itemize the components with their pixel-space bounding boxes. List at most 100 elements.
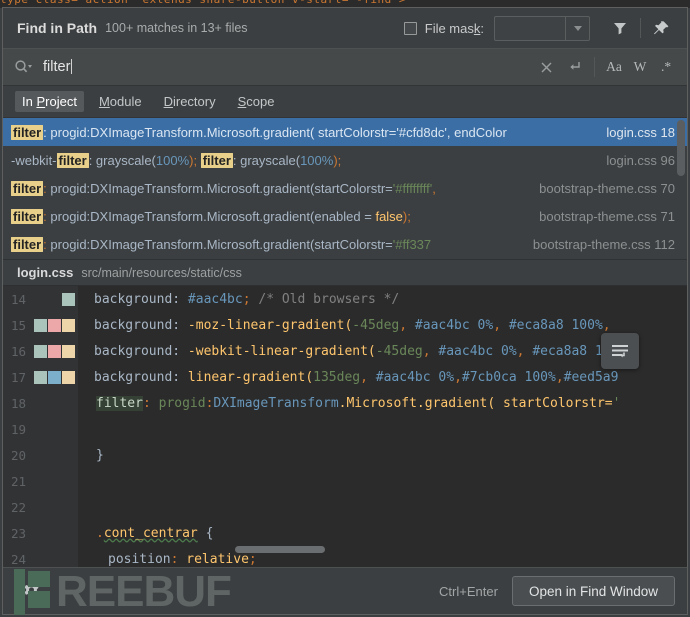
code-gutter[interactable]: 23: [3, 520, 78, 546]
code-token: #eed5a9: [563, 369, 619, 385]
result-text-prefix: -webkit-: [11, 152, 57, 168]
result-row[interactable]: filter: progid:DXImageTransform.Microsof…: [3, 202, 687, 230]
code-line[interactable]: 24 position: relative;: [3, 546, 687, 567]
pin-icon: [653, 20, 668, 34]
chevron-down-icon: [573, 25, 582, 31]
code-line-text: .cont_centrar {: [78, 526, 213, 541]
code-token: ,: [516, 343, 533, 359]
code-line[interactable]: 20}: [3, 442, 687, 468]
code-gutter[interactable]: 18: [3, 390, 78, 416]
find-in-path-dialog-screen: type class='action' extends share-button…: [0, 0, 690, 617]
code-line[interactable]: 14 background: #aac4bc; /* Old browsers *…: [3, 286, 687, 312]
code-gutter[interactable]: 19: [3, 416, 78, 442]
code-token: #aac4bc: [187, 291, 243, 307]
settings-button[interactable]: [17, 577, 45, 605]
color-swatch[interactable]: [34, 370, 47, 384]
result-text-segment: );: [333, 152, 342, 168]
search-options-button[interactable]: [13, 53, 33, 81]
code-token: background:: [94, 317, 188, 333]
result-row-text: -webkit-filter: grayscale(100%); filter:…: [11, 152, 596, 168]
regex-toggle[interactable]: .*: [653, 59, 679, 75]
code-gutter[interactable]: 22: [3, 494, 78, 520]
color-swatch[interactable]: [34, 318, 47, 332]
soft-wrap-button[interactable]: [601, 333, 639, 369]
result-row-text: filter: progid:DXImageTransform.Microsof…: [11, 180, 529, 196]
dialog-header: Find in Path 100+ matches in 13+ files F…: [3, 8, 687, 48]
tab-directory[interactable]: Directory: [157, 91, 223, 112]
match-case-toggle[interactable]: Aa: [601, 59, 627, 75]
result-row-text: filter: progid:DXImageTransform.Microsof…: [11, 124, 596, 140]
file-mask-checkbox[interactable]: [403, 21, 417, 35]
preview-file-name: login.css: [17, 265, 74, 280]
result-text-segment: , endColor: [446, 124, 507, 140]
result-text-segment: 100%: [155, 152, 190, 168]
pin-button[interactable]: [647, 14, 675, 42]
line-number: 18: [10, 395, 26, 411]
code-line[interactable]: 16 background: -webkit-linear-gradient(-4…: [3, 338, 687, 364]
code-token: .Microsoft.gradient(: [338, 395, 496, 411]
color-swatch[interactable]: [62, 344, 75, 358]
code-gutter[interactable]: 16: [3, 338, 78, 364]
code-line[interactable]: 19: [3, 416, 687, 442]
code-gutter[interactable]: 20: [3, 442, 78, 468]
code-gutter[interactable]: 14: [3, 286, 78, 312]
color-swatch[interactable]: [62, 370, 75, 384]
color-swatch[interactable]: [34, 344, 47, 358]
words-toggle[interactable]: W: [627, 59, 653, 75]
code-token: background:: [94, 343, 188, 359]
code-line[interactable]: 15 background: -moz-linear-gradient(-45de…: [3, 312, 687, 338]
result-row-location: bootstrap-theme.css 71: [539, 208, 675, 224]
tab-label-post: cope: [246, 94, 275, 109]
code-token: 100%: [516, 369, 556, 385]
code-gutter[interactable]: 21: [3, 468, 78, 494]
filter-button[interactable]: [606, 14, 634, 42]
open-in-find-window-button[interactable]: Open in Find Window: [511, 576, 675, 606]
results-scrollbar-thumb[interactable]: [677, 120, 685, 176]
code-line[interactable]: 18 filter: progid:DXImageTransform.Micros…: [3, 390, 687, 416]
results-scrollbar[interactable]: [677, 120, 685, 258]
gear-icon: [24, 582, 38, 600]
color-swatch[interactable]: [48, 344, 61, 358]
result-row[interactable]: filter: progid:DXImageTransform.Microsof…: [3, 174, 687, 202]
result-row[interactable]: filter: progid:DXImageTransform.Microsof…: [3, 230, 687, 258]
code-line[interactable]: 21: [3, 468, 687, 494]
line-number: 21: [10, 473, 26, 489]
color-swatch[interactable]: [62, 318, 75, 332]
code-token: #aac4bc: [438, 343, 494, 359]
code-horizontal-scrollbar[interactable]: [235, 546, 325, 553]
tab-in-project[interactable]: In Project: [15, 91, 84, 112]
result-row-text: filter: progid:DXImageTransform.Microsof…: [11, 208, 529, 224]
color-swatch[interactable]: [48, 318, 61, 332]
file-mask-label: File mask:: [425, 21, 484, 36]
code-line[interactable]: 23 .cont_centrar {: [3, 520, 687, 546]
results-list[interactable]: filter: progid:DXImageTransform.Microsof…: [3, 118, 687, 260]
tab-module[interactable]: Module: [92, 91, 149, 112]
color-swatch[interactable]: [62, 292, 75, 306]
code-token: background:: [94, 291, 188, 307]
code-gutter[interactable]: 17: [3, 364, 78, 390]
tab-scope[interactable]: Scope: [231, 91, 282, 112]
result-row[interactable]: filter: progid:DXImageTransform.Microsof…: [3, 118, 687, 146]
line-number: 20: [10, 447, 26, 463]
code-preview[interactable]: 14 background: #aac4bc; /* Old browsers *…: [3, 286, 687, 567]
shortcut-hint: Ctrl+Enter: [439, 583, 498, 599]
file-mask-dropdown-arrow[interactable]: [565, 16, 589, 40]
code-line[interactable]: 17 background: linear-gradient(135deg, #a…: [3, 364, 687, 390]
code-token: DXImageTransform: [213, 395, 339, 411]
result-row[interactable]: -webkit-filter: grayscale(100%); filter:…: [3, 146, 687, 174]
code-token: background:: [94, 369, 188, 385]
color-swatch-group: [31, 370, 75, 384]
file-mask-combo[interactable]: [494, 15, 590, 41]
clear-search-button[interactable]: [532, 53, 560, 81]
search-history-button[interactable]: [560, 53, 588, 81]
search-row[interactable]: filter Aa W .*: [3, 48, 687, 86]
search-input[interactable]: filter: [43, 59, 532, 75]
file-mask-input[interactable]: [495, 17, 565, 40]
code-line[interactable]: 22: [3, 494, 687, 520]
code-gutter[interactable]: 15: [3, 312, 78, 338]
tab-label-mnemonic: D: [163, 94, 173, 109]
match-highlight: filter: [11, 236, 44, 252]
line-number: 17: [10, 369, 26, 385]
code-gutter[interactable]: 24: [3, 546, 78, 567]
color-swatch[interactable]: [48, 370, 61, 384]
